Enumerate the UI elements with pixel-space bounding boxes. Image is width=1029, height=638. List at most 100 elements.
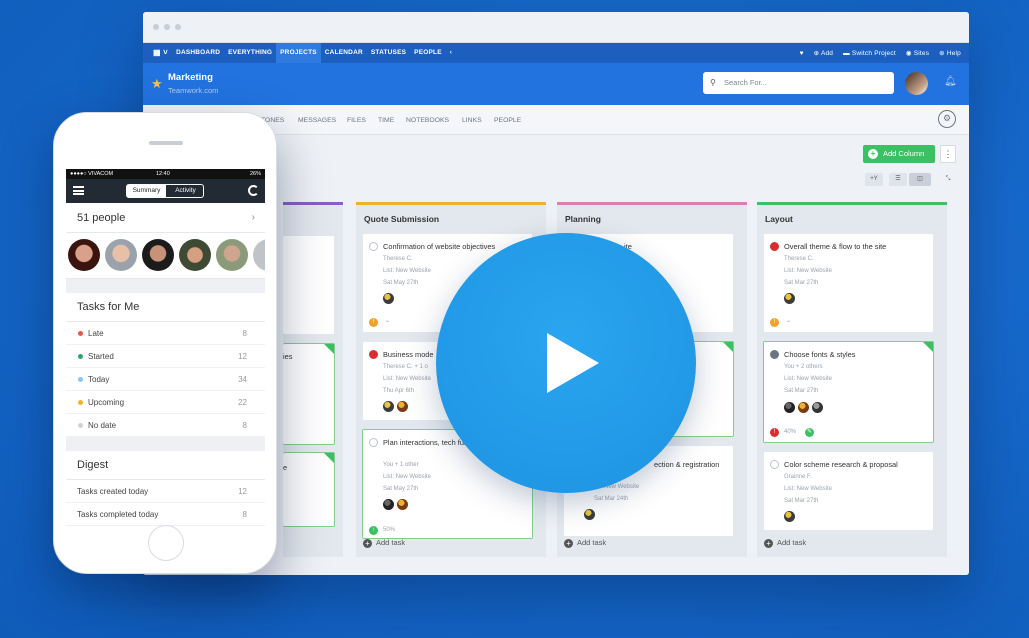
search-input[interactable]: ⚲ Search For... [703,72,894,94]
sites-link[interactable]: ◉ Sites [906,49,929,57]
task-title: Overall theme & flow to the site [784,242,887,251]
task-status-row[interactable]: Late 8 [66,322,265,345]
summary-activity-toggle[interactable]: Summary Activity [126,184,204,198]
gear-icon[interactable]: ⚙ [938,110,956,128]
task-list: List: New Website [784,376,832,382]
priority-icon: ! [770,428,779,437]
digest-count: 8 [242,510,247,519]
column-title[interactable]: Quote Submission [356,205,546,232]
nav-right: ♥ ⊕ Add ▬ Switch Project ◉ Sites ⊛ Help [800,49,969,58]
nav-projects[interactable]: PROJECTS [276,43,321,63]
task-status-row[interactable]: No date 8 [66,414,265,437]
carrier-label: ●●●●○ VIVACOM [70,171,114,177]
plus-icon: + [363,539,372,548]
task-card[interactable]: Color scheme research & proposal Grainne… [763,451,934,531]
avatar[interactable] [905,72,928,95]
home-button[interactable] [148,525,184,561]
digest-row[interactable]: Tasks completed today 8 [66,503,265,526]
fullscreen-icon[interactable]: ⤡ [940,173,956,186]
column-title[interactable]: Layout [757,205,947,232]
task-date: Sat Mar 27th [784,388,819,394]
assignee-avatar [798,402,809,413]
complete-checkbox[interactable] [770,350,779,359]
add-task-button[interactable]: + Add task [564,538,606,548]
project-name[interactable]: Marketing [168,72,213,83]
list-view-icon[interactable]: ☰ [889,173,907,186]
complete-checkbox[interactable] [770,242,779,251]
tab-messages[interactable]: MESSAGES [298,117,336,124]
phone-speaker [149,141,183,145]
task-status-row[interactable]: Today 34 [66,368,265,391]
help-label: Help [946,50,961,57]
complete-checkbox[interactable] [369,350,378,359]
switch-label: Switch Project [851,49,896,57]
digest-label: Tasks created today [77,487,149,496]
flag-icon [324,453,334,463]
tab-time[interactable]: TIME [378,117,394,124]
avatar[interactable] [105,239,137,271]
more-options-icon[interactable]: ⋮ [940,145,956,163]
task-card[interactable]: Overall theme & flow to the site Therese… [763,233,934,333]
help-link[interactable]: ⊛ Help [939,49,961,57]
chevron-left-icon[interactable]: ‹ [446,43,456,63]
play-button[interactable] [436,233,696,493]
grid-icon[interactable]: ▦ ˅ [149,43,172,63]
complete-checkbox[interactable] [369,242,378,251]
switch-project-link[interactable]: ▬ Switch Project [843,50,896,57]
task-card[interactable]: Choose fonts & styles You + 2 others Lis… [763,341,934,443]
tab-links[interactable]: LINKS [462,117,482,124]
add-task-button[interactable]: + Add task [363,538,405,548]
tab-people[interactable]: PEOPLE [494,117,521,124]
star-icon[interactable]: ★ [151,76,163,92]
task-list: List: New Website [784,268,832,274]
menu-icon[interactable] [73,186,84,195]
avatar[interactable] [179,239,211,271]
nav-calendar[interactable]: CALENDAR [321,43,367,63]
complete-checkbox[interactable] [770,460,779,469]
company-name[interactable]: Teamwork.com [168,86,218,95]
avatar[interactable] [68,239,100,271]
people-avatars [66,233,265,279]
tab-files[interactable]: FILES [347,117,366,124]
app-bar: Summary Activity [66,179,265,203]
column-title[interactable]: Planning [557,205,747,232]
status-count: 12 [238,352,247,361]
add-column-button[interactable]: + Add Column [863,145,935,163]
digest-list: Tasks created today 12 Tasks completed tod… [66,480,265,526]
tab-activity[interactable]: Activity [166,185,205,197]
add-link[interactable]: ⊕ Add [814,49,833,57]
nav-everything[interactable]: EVERYTHING [224,43,276,63]
tasks-section-title: Tasks for Me [66,293,265,322]
board-view-icon[interactable]: ◫ [909,173,931,186]
task-card[interactable]: ies [283,343,335,445]
refresh-icon[interactable] [248,185,259,196]
task-assignee: Therese C. [784,256,814,262]
assignee-avatar [584,509,595,520]
task-card[interactable] [283,235,335,335]
board-column: ies e [283,202,343,557]
task-progress: 40% [784,429,797,435]
avatar[interactable] [142,239,174,271]
task-assignee: You + 1 other [383,462,419,468]
avatar[interactable] [253,239,265,271]
nav-dashboard[interactable]: DASHBOARD [172,43,224,63]
tab-summary[interactable]: Summary [127,185,166,197]
avatar[interactable] [216,239,248,271]
heart-icon[interactable]: ♥ [800,50,804,57]
add-task-button[interactable]: + Add task [764,538,806,548]
digest-row[interactable]: Tasks created today 12 [66,480,265,503]
complete-checkbox[interactable] [369,438,378,447]
task-date: Sat Mar 24th [594,496,629,502]
people-row[interactable]: 51 people › [66,203,265,233]
tab-notebooks[interactable]: NOTEBOOKS [406,117,449,124]
nav-people[interactable]: PEOPLE [410,43,446,63]
task-status-row[interactable]: Upcoming 22 [66,391,265,414]
bell-icon[interactable]: 🔔︎ [944,76,957,87]
filter-button[interactable]: +Y [865,173,883,186]
task-card[interactable]: e [283,452,335,527]
task-status-row[interactable]: Started 12 [66,345,265,368]
attachment-icon: ⌁ [786,319,791,325]
status-label: Started [88,352,114,361]
nav-statuses[interactable]: STATUSES [367,43,410,63]
task-assignee: Grainne F. [784,474,812,480]
